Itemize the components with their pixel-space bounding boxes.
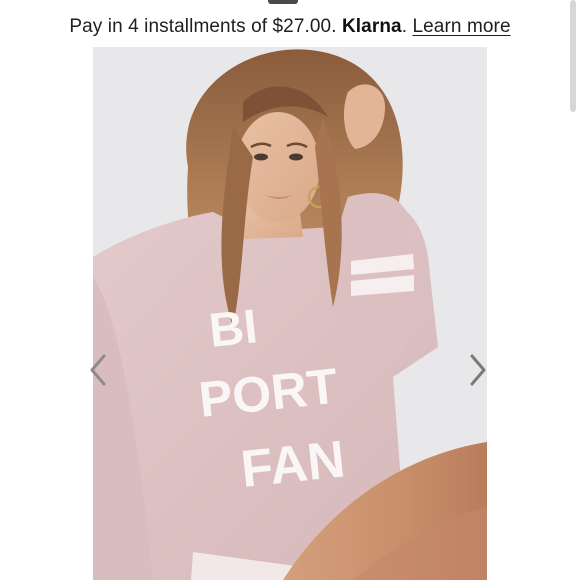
chevron-right-icon (470, 354, 486, 386)
product-page: Pay in 4 installments of $27.00. Klarna.… (0, 0, 580, 580)
carousel-prev-button[interactable] (84, 348, 114, 392)
installment-text: Pay in 4 installments of $27.00. (69, 16, 342, 37)
chevron-left-icon (90, 354, 106, 386)
klarna-installment-banner: Pay in 4 installments of $27.00. Klarna.… (0, 16, 580, 38)
learn-more-link[interactable]: Learn more (412, 16, 510, 37)
page-scrollbar[interactable] (570, 0, 576, 112)
print-line-1: BI (207, 300, 260, 358)
banner-separator: . (401, 16, 413, 37)
product-photo[interactable]: BI PORT FAN (93, 47, 487, 580)
cropped-header-remnant (0, 0, 580, 8)
klarna-brand-name: Klarna (341, 16, 402, 37)
print-line-3: FAN (238, 430, 347, 499)
model-illustration: BI PORT FAN (93, 47, 487, 580)
carousel-next-button[interactable] (462, 348, 492, 392)
